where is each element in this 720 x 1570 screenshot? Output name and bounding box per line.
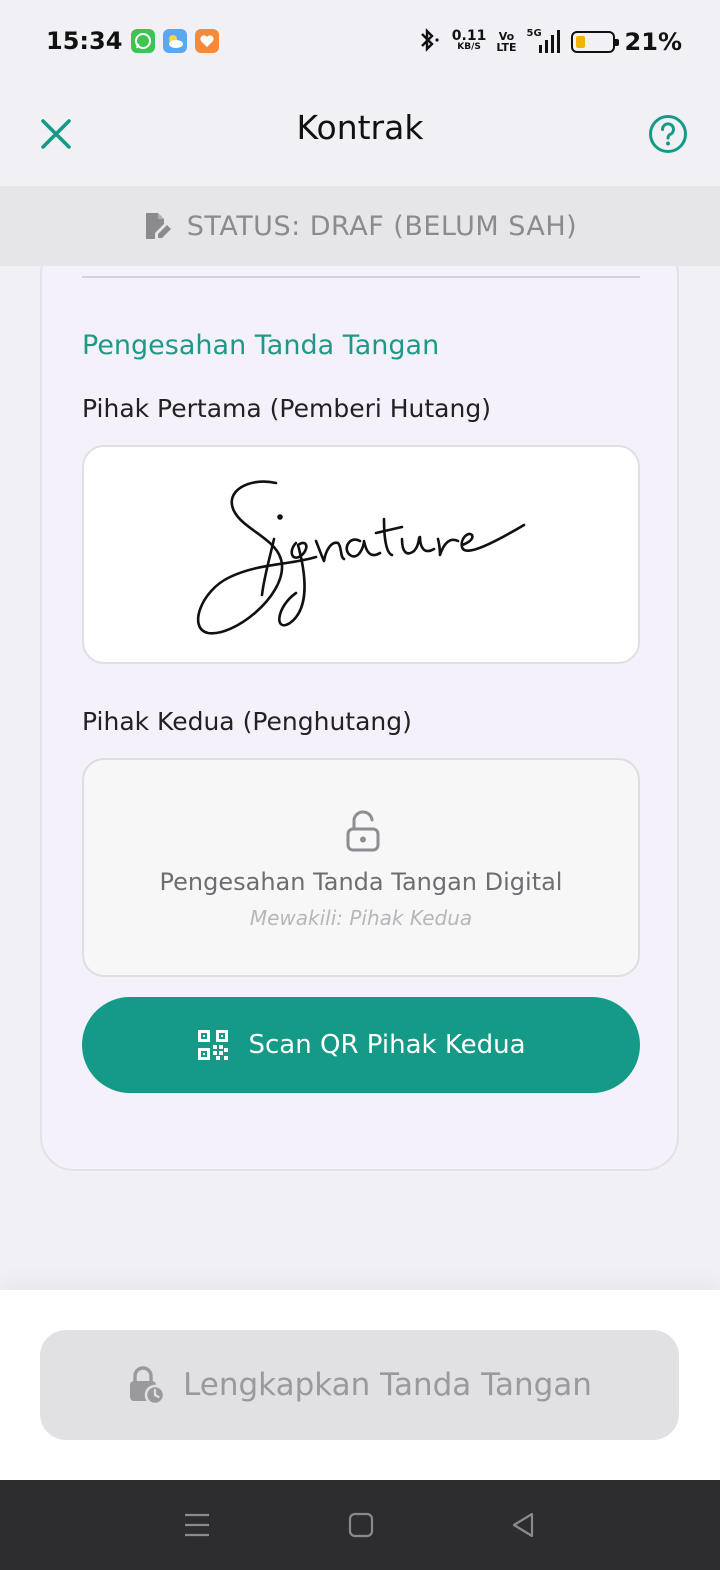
page-title: Kontrak — [296, 108, 424, 147]
bluetooth-icon — [416, 26, 442, 58]
divider — [82, 276, 640, 278]
home-button[interactable] — [344, 1508, 378, 1542]
second-party-label: Pihak Kedua (Penghutang) — [82, 707, 412, 736]
scan-qr-label: Scan QR Pihak Kedua — [248, 1030, 526, 1060]
status-text: STATUS: DRAF (BELUM SAH) — [186, 210, 578, 242]
help-icon — [649, 115, 687, 153]
system-nav-bar — [0, 1480, 720, 1570]
signal-icon: 5G — [527, 28, 561, 56]
first-party-signature — [82, 445, 640, 664]
status-bar: 15:34 0.11 KB/S Vo LTE 5G 21% — [0, 0, 720, 84]
menu-icon — [185, 1513, 209, 1537]
home-icon — [348, 1512, 374, 1538]
help-button[interactable] — [642, 108, 694, 160]
second-party-signature-placeholder: Pengesahan Tanda Tangan Digital Mewakili… — [82, 758, 640, 977]
pending-title: Pengesahan Tanda Tangan Digital — [159, 868, 563, 896]
volte-indicator: Vo LTE — [496, 30, 517, 54]
signature-section-title: Pengesahan Tanda Tangan — [82, 330, 440, 361]
back-button[interactable] — [506, 1508, 540, 1542]
network-speed: 0.11 KB/S — [451, 28, 487, 52]
battery-icon — [570, 31, 619, 53]
scan-qr-button[interactable]: Scan QR Pihak Kedua — [82, 997, 640, 1093]
complete-signature-button[interactable]: Lengkapkan Tanda Tangan — [40, 1330, 679, 1440]
heart-app-icon — [195, 29, 219, 53]
battery-percent: 21% — [624, 28, 682, 56]
whatsapp-icon — [131, 29, 155, 53]
recent-apps-button[interactable] — [180, 1508, 214, 1542]
contract-status-banner: STATUS: DRAF (BELUM SAH) — [0, 186, 720, 266]
pending-subtitle: Mewakili: Pihak Kedua — [249, 906, 473, 930]
document-edit-icon — [145, 213, 171, 239]
lock-clock-icon — [130, 1366, 166, 1405]
bottom-action-bar: Lengkapkan Tanda Tangan — [0, 1290, 720, 1480]
first-party-label: Pihak Pertama (Pemberi Hutang) — [82, 394, 491, 423]
complete-signature-label: Lengkapkan Tanda Tangan — [183, 1367, 592, 1403]
qr-code-icon — [197, 1030, 228, 1060]
contract-card: Pengesahan Tanda Tangan Pihak Pertama (P… — [40, 240, 679, 1171]
signature-image — [196, 480, 526, 635]
weather-icon — [163, 29, 187, 53]
back-icon — [512, 1512, 534, 1538]
unlock-icon — [346, 810, 380, 852]
app-bar: Kontrak — [0, 84, 720, 186]
status-time: 15:34 — [46, 27, 123, 55]
